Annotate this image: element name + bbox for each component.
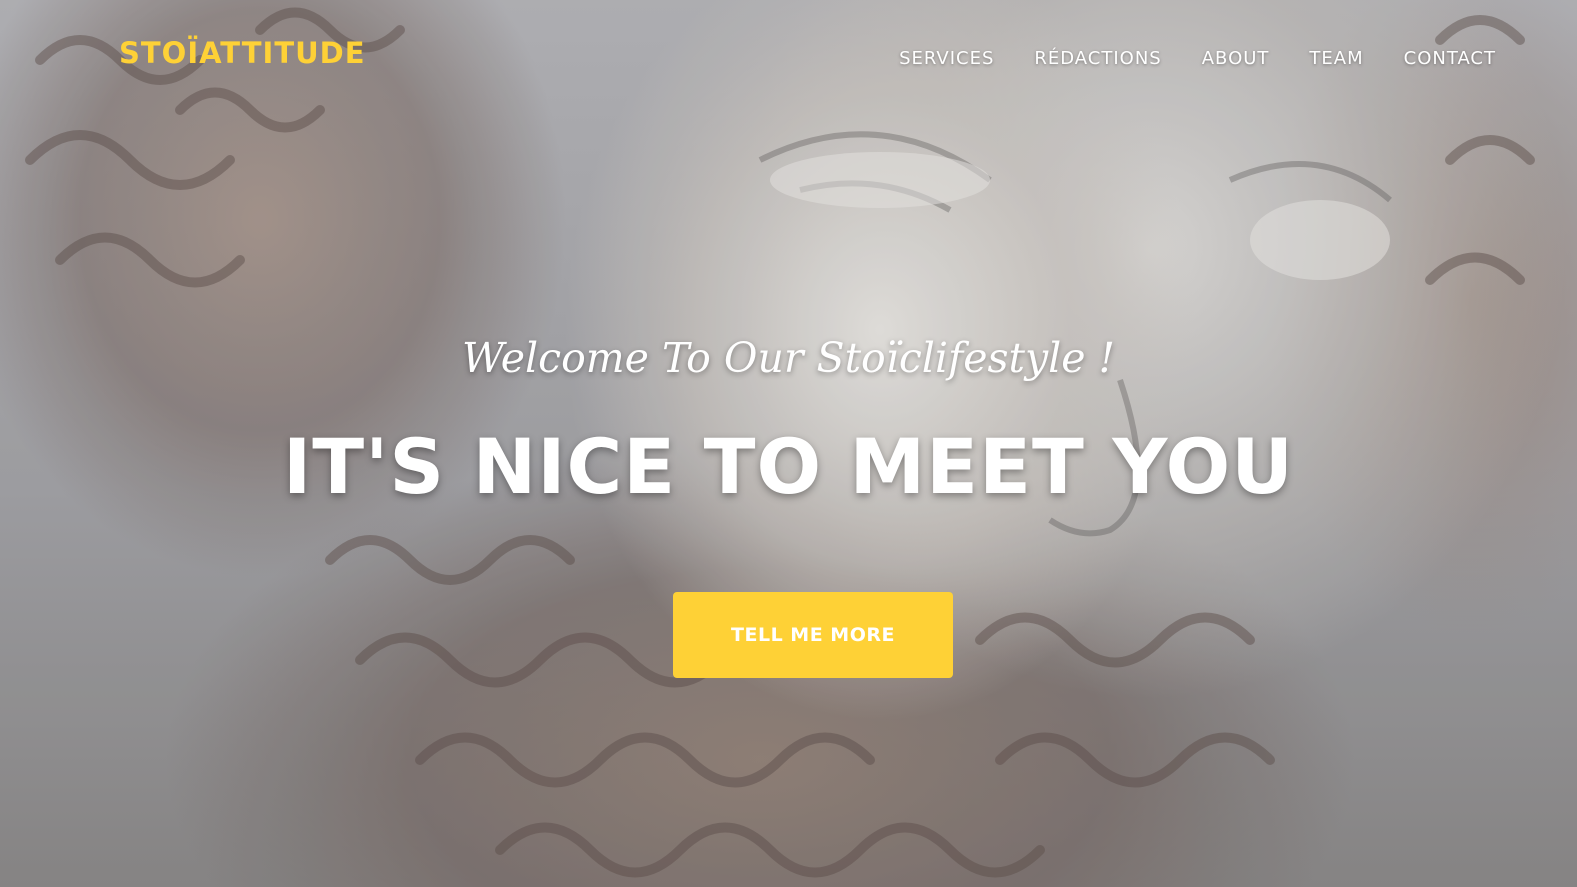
nav-item-about[interactable]: ABOUT <box>1182 48 1290 69</box>
brand-logo[interactable]: STOÏATTITUDE <box>119 36 366 70</box>
hero-subheading: Welcome To Our Stoïclifestyle ! <box>461 334 1116 382</box>
main-nav: SERVICES RÉDACTIONS ABOUT TEAM CONTACT <box>879 48 1496 69</box>
nav-item-contact[interactable]: CONTACT <box>1384 48 1496 69</box>
hero-heading: IT'S NICE TO MEET YOU <box>283 422 1294 511</box>
navbar: STOÏATTITUDE SERVICES RÉDACTIONS ABOUT T… <box>0 0 1577 110</box>
nav-item-services[interactable]: SERVICES <box>879 48 1014 69</box>
nav-item-team[interactable]: TEAM <box>1289 48 1383 69</box>
nav-item-redactions[interactable]: RÉDACTIONS <box>1014 48 1181 69</box>
tell-me-more-button[interactable]: TELL ME MORE <box>673 592 953 678</box>
